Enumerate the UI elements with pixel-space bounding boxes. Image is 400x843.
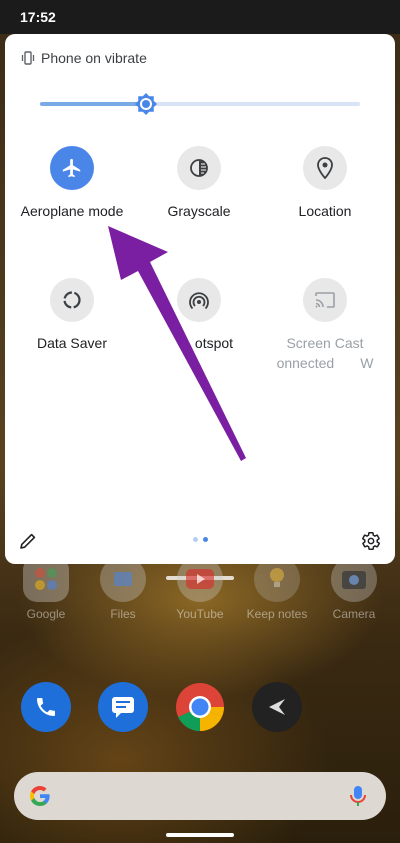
tile-label: Aeroplane mode bbox=[20, 203, 124, 219]
location-pin-icon bbox=[303, 146, 347, 190]
status-bar: 17:52 bbox=[0, 0, 400, 34]
google-search-bar[interactable] bbox=[14, 772, 386, 820]
app-launcher-icon bbox=[252, 682, 302, 732]
google-g-icon bbox=[28, 784, 52, 813]
gesture-navigation-bar[interactable] bbox=[166, 833, 234, 837]
gear-icon[interactable] bbox=[361, 531, 381, 551]
favorite-app[interactable] bbox=[242, 682, 312, 732]
ringer-status-label: Phone on vibrate bbox=[41, 50, 147, 66]
app-keep-notes[interactable]: Keep notes bbox=[242, 556, 312, 621]
tile-data-saver[interactable]: Data Saver bbox=[7, 278, 137, 351]
app-label: YouTube bbox=[176, 607, 224, 621]
tile-sublabel: onnected W bbox=[260, 355, 390, 371]
airplane-icon bbox=[50, 146, 94, 190]
pencil-icon[interactable] bbox=[19, 532, 37, 550]
app-label: Camera bbox=[332, 607, 376, 621]
tile-label: otspot bbox=[194, 335, 234, 351]
page-indicator bbox=[193, 537, 208, 542]
grayscale-icon bbox=[177, 146, 221, 190]
favorite-chrome[interactable] bbox=[165, 682, 235, 732]
brightness-slider[interactable] bbox=[40, 93, 360, 115]
app-label: Google bbox=[26, 607, 66, 621]
app-files[interactable]: Files bbox=[88, 556, 158, 621]
page-dot-active bbox=[203, 537, 208, 542]
tile-label: Screen Cast bbox=[286, 335, 364, 351]
phone-icon bbox=[21, 682, 71, 732]
app-label: Keep notes bbox=[246, 607, 308, 621]
tile-label: Location bbox=[298, 203, 352, 219]
page-dot bbox=[193, 537, 198, 542]
tile-sublabel-text: onnected bbox=[276, 355, 335, 371]
hotspot-icon bbox=[177, 278, 221, 322]
messages-icon bbox=[98, 682, 148, 732]
microphone-icon[interactable] bbox=[348, 784, 368, 813]
ringer-status[interactable]: Phone on vibrate bbox=[21, 50, 147, 66]
tile-location[interactable]: Location bbox=[260, 146, 390, 219]
data-saver-icon bbox=[50, 278, 94, 322]
tile-aeroplane-mode[interactable]: Aeroplane mode bbox=[7, 146, 137, 219]
status-time: 17:52 bbox=[20, 9, 56, 25]
app-camera[interactable]: Camera bbox=[319, 556, 389, 621]
quick-settings-panel: Phone on vibrate Aeroplane mode Grayscal… bbox=[5, 34, 395, 564]
tile-grayscale[interactable]: Grayscale bbox=[134, 146, 264, 219]
app-google-folder[interactable]: Google bbox=[11, 556, 81, 621]
tile-hotspot[interactable]: otspot bbox=[134, 278, 264, 351]
chrome-icon bbox=[175, 682, 225, 732]
brightness-slider-fill bbox=[40, 102, 146, 106]
brightness-icon[interactable] bbox=[134, 92, 158, 116]
vibrate-icon bbox=[21, 51, 35, 65]
tile-screen-cast[interactable]: Screen Cast onnected W bbox=[260, 278, 390, 371]
tile-label: Grayscale bbox=[167, 203, 231, 219]
favorite-phone[interactable] bbox=[11, 682, 81, 732]
tile-sublabel-tail: W bbox=[360, 355, 374, 371]
cast-icon bbox=[303, 278, 347, 322]
favorite-messages[interactable] bbox=[88, 682, 158, 732]
app-label: Files bbox=[110, 607, 136, 621]
app-youtube[interactable]: YouTube bbox=[165, 556, 235, 621]
tile-label: Data Saver bbox=[36, 335, 108, 351]
